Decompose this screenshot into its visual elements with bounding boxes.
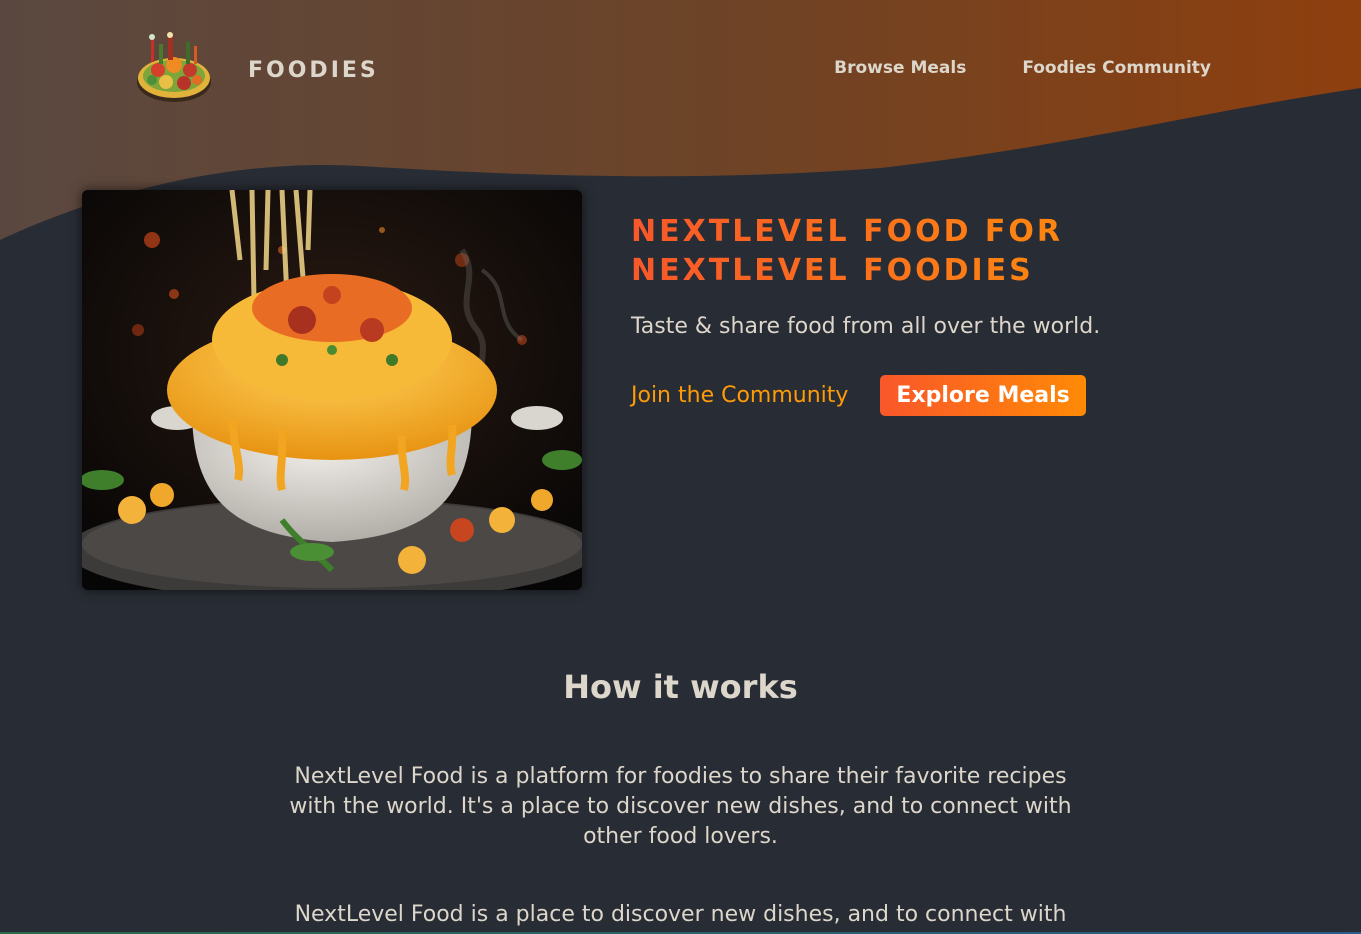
how-it-works-title: How it works	[563, 668, 798, 706]
hero-subtitle: Taste & share food from all over the wor…	[631, 314, 1101, 339]
nav-foodies-community[interactable]: Foodies Community	[1022, 58, 1211, 78]
main-nav: Browse Meals Foodies Community	[834, 58, 1211, 78]
hero-title-line-1: NEXTLEVEL FOOD FOR	[631, 214, 1064, 249]
hero-cta-group: Join the Community Explore Meals	[631, 375, 1251, 416]
join-community-link[interactable]: Join the Community	[631, 383, 848, 408]
page: FOODIES Browse Meals Foodies Community N…	[0, 0, 1361, 934]
logo-text: FOODIES	[248, 57, 379, 83]
explore-meals-button[interactable]: Explore Meals	[880, 375, 1086, 416]
nav-browse-meals[interactable]: Browse Meals	[834, 58, 966, 78]
how-it-works-section: How it works NextLevel Food is a platfor…	[0, 668, 1361, 930]
logo-link[interactable]: FOODIES	[134, 32, 379, 108]
site-header: FOODIES Browse Meals Foodies Community	[0, 0, 1361, 140]
hero-title-line-2: NEXTLEVEL FOODIES	[631, 253, 1034, 288]
how-it-works-paragraph-2: NextLevel Food is a place to discover ne…	[294, 902, 1067, 927]
hero-copy: NEXTLEVEL FOOD FOR NEXTLEVEL FOODIES Tas…	[631, 212, 1251, 416]
mac-and-cheese-image	[82, 190, 582, 590]
hero-slideshow-image	[82, 190, 582, 590]
hero-title: NEXTLEVEL FOOD FOR NEXTLEVEL FOODIES	[631, 212, 1251, 290]
food-platter-logo-icon	[137, 32, 211, 102]
how-it-works-paragraph: NextLevel Food is a platform for foodies…	[289, 764, 1072, 849]
hero-section: NEXTLEVEL FOOD FOR NEXTLEVEL FOODIES Tas…	[82, 190, 1282, 590]
